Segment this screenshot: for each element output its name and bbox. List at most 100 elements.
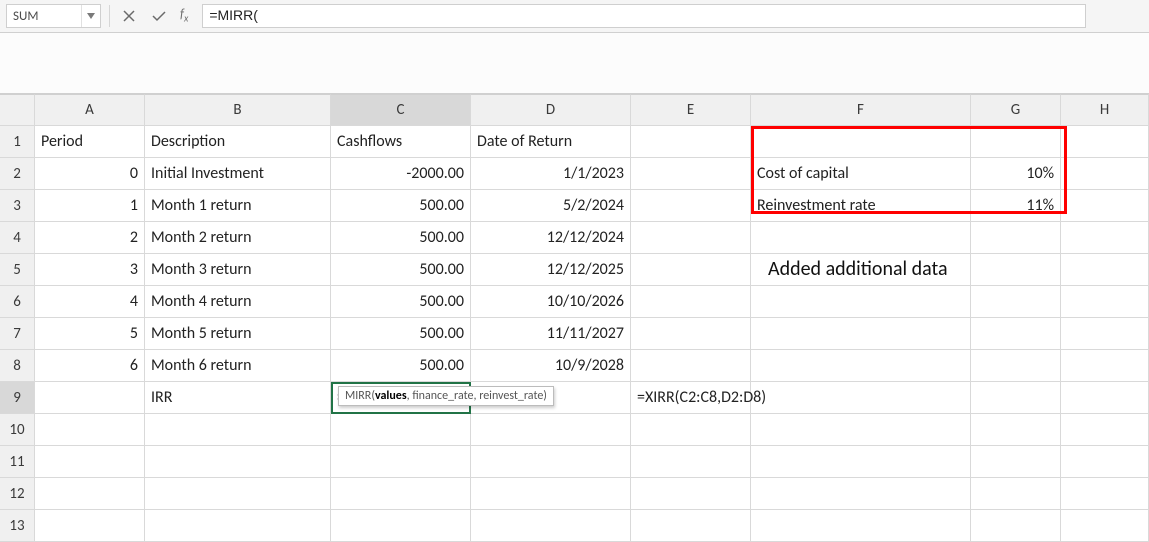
cell-C5[interactable]: 500.00 xyxy=(331,254,471,286)
col-header-F[interactable]: F xyxy=(751,94,971,126)
cell-D5[interactable]: 12/12/2025 xyxy=(471,254,631,286)
row-header-10[interactable]: 10 xyxy=(0,414,35,446)
cell-F7[interactable] xyxy=(751,318,971,350)
cell-B2[interactable]: Initial Investment xyxy=(145,158,331,190)
cell-A2[interactable]: 0 xyxy=(35,158,145,190)
cell-G4[interactable] xyxy=(971,222,1061,254)
cell-H9[interactable] xyxy=(1061,382,1149,414)
cell-F11[interactable] xyxy=(751,446,971,478)
formula-input[interactable] xyxy=(203,5,1085,25)
row-header-3[interactable]: 3 xyxy=(0,190,35,222)
cell-H10[interactable] xyxy=(1061,414,1149,446)
cell-D10[interactable] xyxy=(471,414,631,446)
cell-G11[interactable] xyxy=(971,446,1061,478)
col-header-G[interactable]: G xyxy=(971,94,1061,126)
cell-E2[interactable] xyxy=(631,158,751,190)
cell-D1[interactable]: Date of Return xyxy=(471,126,631,158)
cell-D2[interactable]: 1/1/2023 xyxy=(471,158,631,190)
cell-F9[interactable] xyxy=(751,382,971,414)
cell-F4[interactable] xyxy=(751,222,971,254)
cell-A5[interactable]: 3 xyxy=(35,254,145,286)
cell-F3[interactable]: Reinvestment rate xyxy=(751,190,971,222)
cell-D12[interactable] xyxy=(471,478,631,510)
cell-F1[interactable] xyxy=(751,126,971,158)
col-header-H[interactable]: H xyxy=(1061,94,1149,126)
cell-C13[interactable] xyxy=(331,510,471,542)
row-header-9[interactable]: 9 xyxy=(0,382,35,414)
cell-C4[interactable]: 500.00 xyxy=(331,222,471,254)
cell-G6[interactable] xyxy=(971,286,1061,318)
cell-A11[interactable] xyxy=(35,446,145,478)
cell-G12[interactable] xyxy=(971,478,1061,510)
cell-H12[interactable] xyxy=(1061,478,1149,510)
row-header-6[interactable]: 6 xyxy=(0,286,35,318)
cell-H1[interactable] xyxy=(1061,126,1149,158)
cell-C11[interactable] xyxy=(331,446,471,478)
cell-A1[interactable]: Period xyxy=(35,126,145,158)
col-header-D[interactable]: D xyxy=(471,94,631,126)
cell-B4[interactable]: Month 2 return xyxy=(145,222,331,254)
col-header-E[interactable]: E xyxy=(631,94,751,126)
cell-G7[interactable] xyxy=(971,318,1061,350)
cell-B13[interactable] xyxy=(145,510,331,542)
cell-C3[interactable]: 500.00 xyxy=(331,190,471,222)
cell-H8[interactable] xyxy=(1061,350,1149,382)
cell-E13[interactable] xyxy=(631,510,751,542)
cell-B6[interactable]: Month 4 return xyxy=(145,286,331,318)
cell-B5[interactable]: Month 3 return xyxy=(145,254,331,286)
cell-B7[interactable]: Month 5 return xyxy=(145,318,331,350)
cell-C12[interactable] xyxy=(331,478,471,510)
cancel-button[interactable] xyxy=(118,5,140,27)
cell-H13[interactable] xyxy=(1061,510,1149,542)
name-box-dropdown[interactable] xyxy=(81,5,100,27)
cell-H3[interactable] xyxy=(1061,190,1149,222)
cell-E5[interactable] xyxy=(631,254,751,286)
cell-D7[interactable]: 11/11/2027 xyxy=(471,318,631,350)
cell-G9[interactable] xyxy=(971,382,1061,414)
cell-A10[interactable] xyxy=(35,414,145,446)
cell-A9[interactable] xyxy=(35,382,145,414)
cell-E4[interactable] xyxy=(631,222,751,254)
spreadsheet-grid[interactable]: MIRR(values, finance_rate, reinvest_rate… xyxy=(0,94,1149,542)
cell-F2[interactable]: Cost of capital xyxy=(751,158,971,190)
cell-E7[interactable] xyxy=(631,318,751,350)
row-header-4[interactable]: 4 xyxy=(0,222,35,254)
cell-A13[interactable] xyxy=(35,510,145,542)
name-box[interactable]: SUM xyxy=(6,4,101,28)
cell-H6[interactable] xyxy=(1061,286,1149,318)
cell-H11[interactable] xyxy=(1061,446,1149,478)
cell-D4[interactable]: 12/12/2024 xyxy=(471,222,631,254)
cell-H5[interactable] xyxy=(1061,254,1149,286)
cell-E11[interactable] xyxy=(631,446,751,478)
cell-G5[interactable] xyxy=(971,254,1061,286)
cell-F6[interactable] xyxy=(751,286,971,318)
cell-G3[interactable]: 11% xyxy=(971,190,1061,222)
row-header-1[interactable]: 1 xyxy=(0,126,35,158)
col-header-A[interactable]: A xyxy=(35,94,145,126)
cell-C6[interactable]: 500.00 xyxy=(331,286,471,318)
cell-E6[interactable] xyxy=(631,286,751,318)
cell-G8[interactable] xyxy=(971,350,1061,382)
cell-F12[interactable] xyxy=(751,478,971,510)
row-header-8[interactable]: 8 xyxy=(0,350,35,382)
cell-G1[interactable] xyxy=(971,126,1061,158)
cell-D6[interactable]: 10/10/2026 xyxy=(471,286,631,318)
cell-B8[interactable]: Month 6 return xyxy=(145,350,331,382)
cell-F8[interactable] xyxy=(751,350,971,382)
cell-D8[interactable]: 10/9/2028 xyxy=(471,350,631,382)
cell-G10[interactable] xyxy=(971,414,1061,446)
cell-H4[interactable] xyxy=(1061,222,1149,254)
select-all-corner[interactable] xyxy=(0,94,35,126)
cell-C10[interactable] xyxy=(331,414,471,446)
cell-E9[interactable]: =XIRR(C2:C8,D2:D8) xyxy=(631,382,751,414)
cell-E8[interactable] xyxy=(631,350,751,382)
cell-A6[interactable]: 4 xyxy=(35,286,145,318)
col-header-B[interactable]: B xyxy=(145,94,331,126)
cell-C2[interactable]: -2000.00 xyxy=(331,158,471,190)
cell-F13[interactable] xyxy=(751,510,971,542)
cell-C7[interactable]: 500.00 xyxy=(331,318,471,350)
cell-A12[interactable] xyxy=(35,478,145,510)
cell-B1[interactable]: Description xyxy=(145,126,331,158)
cell-B12[interactable] xyxy=(145,478,331,510)
cell-A7[interactable]: 5 xyxy=(35,318,145,350)
